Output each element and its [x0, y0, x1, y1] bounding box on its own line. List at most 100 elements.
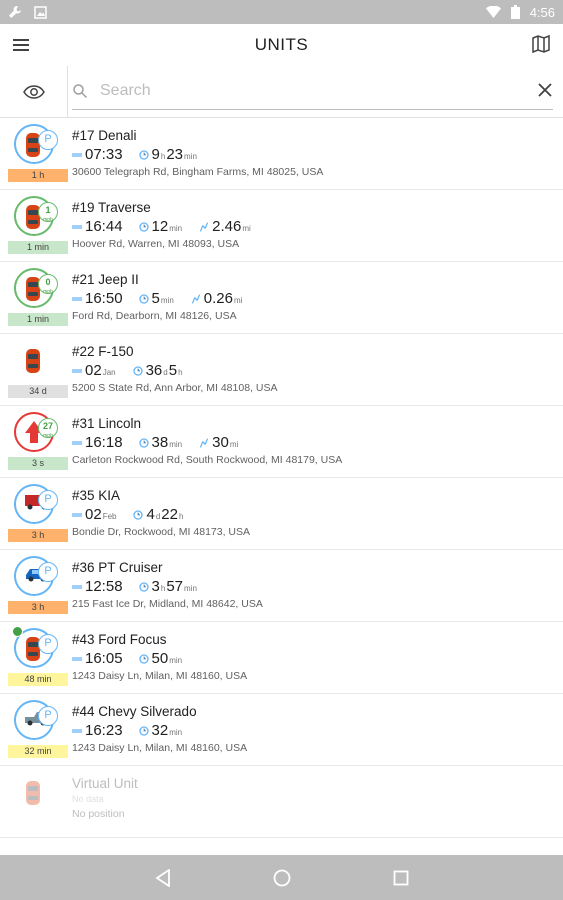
- recents-button[interactable]: [389, 866, 413, 890]
- eye-icon: [22, 85, 45, 99]
- last-message-time: 02: [85, 506, 102, 523]
- duration-a-unit: d: [163, 368, 168, 377]
- unit-avatar: P: [12, 556, 60, 600]
- visibility-toggle-button[interactable]: [0, 66, 68, 118]
- distance-icon: [199, 438, 209, 448]
- speed-value: 1: [45, 205, 51, 215]
- unit-stats: 16:18 38 min 30 mi: [72, 434, 555, 454]
- search-input[interactable]: [100, 78, 530, 104]
- unit-avatar: P: [12, 484, 60, 528]
- app-bar: UNITS: [0, 24, 563, 66]
- duration-stat: 32 min: [138, 722, 184, 739]
- duration-stat: 3 h 57 min: [138, 578, 198, 595]
- speed-unit: mph: [43, 433, 53, 439]
- unit-stats: 02 Feb 4 d 22 h: [72, 506, 555, 526]
- distance-icon: [199, 222, 209, 232]
- unit-stats: 16:44 12 min 2.46 mi: [72, 218, 555, 238]
- distance-icon: [191, 294, 201, 304]
- duration-b-value: 22: [161, 506, 178, 523]
- last-message-stat: 02 Feb: [72, 506, 117, 523]
- duration-a-unit: min: [169, 728, 183, 737]
- unit-name: #36 PT Cruiser: [72, 560, 163, 575]
- duration-b-unit: min: [184, 152, 197, 161]
- unit-avatar: P: [12, 626, 60, 672]
- wrench-icon: [9, 6, 21, 18]
- unit-avatar: P: [12, 700, 60, 744]
- unit-name: #21 Jeep II: [72, 272, 139, 287]
- back-icon: [154, 868, 170, 887]
- unit-avatar: 1 mph: [12, 196, 60, 240]
- unit-address: Hoover Rd, Warren, MI 48093, USA: [72, 238, 240, 250]
- last-message-stat: 16:23: [72, 722, 123, 739]
- speed-badge: 27 mph: [38, 418, 58, 439]
- last-message-time: 16:23: [85, 722, 123, 739]
- distance-unit: mi: [233, 296, 243, 305]
- distance-unit: mi: [229, 440, 239, 449]
- clock-icon: [138, 654, 149, 664]
- duration-a-unit: min: [169, 656, 183, 665]
- unit-name: Virtual Unit: [72, 776, 138, 791]
- last-message-icon: [72, 729, 82, 733]
- duration-stat: 5 min: [138, 290, 175, 307]
- unit-row[interactable]: 1 mph 1 min #19 Traverse 16:44 12 min 2.46…: [0, 190, 563, 262]
- clock-icon: [138, 726, 149, 736]
- unit-row[interactable]: 34 d #22 F-150 02 Jan 36 d 5 h 5200 S State …: [0, 334, 563, 406]
- clock-icon: [138, 222, 149, 232]
- last-message-time: 16:05: [85, 650, 123, 667]
- home-icon: [273, 869, 290, 886]
- duration-a-unit: d: [155, 512, 161, 521]
- last-message-time: 16:50: [85, 290, 123, 307]
- unit-info: #17 Denali 07:33 9 h 23 min 30600 Telegraph…: [72, 128, 555, 180]
- duration-stat: 12 min: [138, 218, 184, 235]
- unit-avatar: [12, 340, 60, 384]
- duration-a-value: 36: [145, 362, 163, 379]
- last-message-stat: 16:44: [72, 218, 123, 235]
- speed-value: 0: [45, 277, 51, 287]
- map-icon[interactable]: [531, 34, 551, 54]
- unit-name: #44 Chevy Silverado: [72, 704, 197, 719]
- last-message-stat: 12:58: [72, 578, 123, 595]
- unit-row-virtual[interactable]: Virtual Unit No data No position: [0, 766, 563, 838]
- parking-badge: P: [38, 562, 58, 582]
- unit-stats: 02 Jan 36 d 5 h: [72, 362, 555, 382]
- close-icon[interactable]: [537, 82, 553, 98]
- unit-row[interactable]: P 48 min #43 Ford Focus 16:05 50 min 1243…: [0, 622, 563, 694]
- unit-row[interactable]: P 3 h #35 KIA 02 Feb 4 d 22 h Bondie Dr, Roc…: [0, 478, 563, 550]
- unit-address: 5200 S State Rd, Ann Arbor, MI 48108, US…: [72, 382, 278, 394]
- search-icon: [73, 84, 88, 99]
- vehicle-icon: [24, 780, 42, 811]
- distance-value: 0.26: [203, 290, 233, 307]
- unit-avatar: 0 mph: [12, 268, 60, 312]
- unit-info: #44 Chevy Silverado 16:23 32 min 1243 Dai…: [72, 704, 555, 756]
- last-message-icon: [72, 297, 82, 301]
- unit-row[interactable]: 0 mph 1 min #21 Jeep II 16:50 5 min 0.26 mi…: [0, 262, 563, 334]
- unit-info: #31 Lincoln 16:18 38 min 30 mi Carleton Ro…: [72, 416, 555, 468]
- last-message-stat: 16:18: [72, 434, 123, 451]
- parking-badge: P: [38, 706, 58, 726]
- last-update-age: 34 d: [8, 385, 68, 398]
- back-button[interactable]: [151, 866, 175, 890]
- unit-name: #31 Lincoln: [72, 416, 142, 431]
- duration-a-unit: min: [160, 296, 174, 305]
- last-message-icon: [72, 369, 82, 373]
- unit-info: #35 KIA 02 Feb 4 d 22 h Bondie Dr, Rockwood,…: [72, 488, 555, 540]
- last-message-time: 07:33: [85, 146, 123, 163]
- search-row: [0, 66, 563, 118]
- duration-b-value: 57: [166, 578, 184, 595]
- duration-a-value: 3: [151, 578, 160, 595]
- parking-badge: P: [38, 490, 58, 510]
- unit-row[interactable]: P 32 min #44 Chevy Silverado 16:23 32 min…: [0, 694, 563, 766]
- unit-row[interactable]: P 3 h #36 PT Cruiser 12:58 3 h 57 min 215 F…: [0, 550, 563, 622]
- distance-value: 30: [212, 434, 229, 451]
- duration-a-value: 9: [151, 146, 160, 163]
- last-update-age: 48 min: [8, 673, 68, 686]
- distance-stat: 30 mi: [199, 434, 239, 451]
- distance-value: 2.46: [212, 218, 242, 235]
- duration-b-unit: h: [178, 368, 183, 377]
- unit-row[interactable]: P 1 h #17 Denali 07:33 9 h 23 min 30600 Tel…: [0, 118, 563, 190]
- last-message-time: 02: [85, 362, 102, 379]
- duration-a-value: 5: [151, 290, 160, 307]
- unit-row[interactable]: 27 mph 3 s #31 Lincoln 16:18 38 min 30 mi C…: [0, 406, 563, 478]
- last-message-icon: [72, 153, 82, 157]
- home-button[interactable]: [270, 866, 294, 890]
